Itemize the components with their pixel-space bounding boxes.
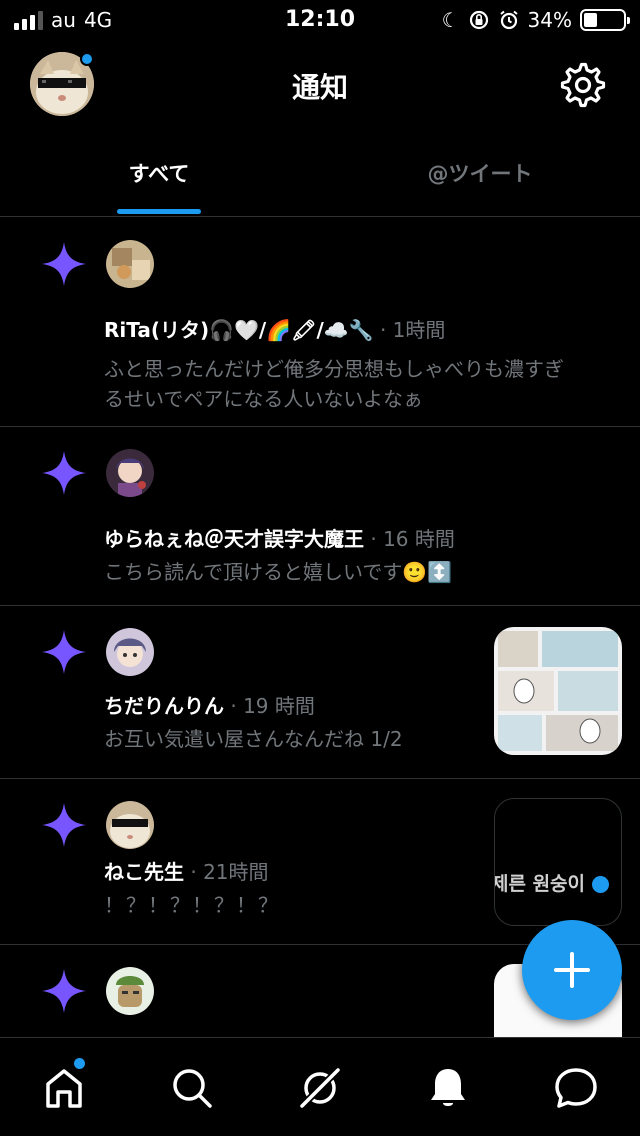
avatar-image (106, 801, 154, 849)
user-avatar[interactable] (106, 449, 154, 497)
user-avatar[interactable] (106, 967, 154, 1015)
active-tab-indicator (117, 209, 201, 214)
spaces-icon[interactable] (296, 1064, 344, 1112)
moon-icon: ☾ (441, 8, 460, 32)
notification-header: ちだりんりん · 19 時間 (104, 690, 315, 719)
alarm-icon (499, 10, 518, 30)
orientation-lock-icon (469, 10, 488, 30)
user-name[interactable]: ゆらねぇね＠天才誤字大魔王 (104, 527, 364, 551)
notification-header: RiTa(リタ)🎧🤍/🌈🖍/☁️🔧 · 1時間 (104, 314, 445, 343)
avatar-image (106, 449, 154, 497)
text-line: こちら読んで頂けると嬉しいです🙂↕️ (104, 560, 453, 584)
plus-icon (554, 952, 590, 988)
notification-header: ゆらねぇね＠天才誤字大魔王 · 16 時間 (104, 523, 455, 552)
sparkle-icon (42, 242, 86, 286)
notification-text: ふと思ったんだけど俺多分思想もしゃべりも濃すぎ るせいでペアになる人いないよなぁ (104, 354, 624, 414)
notification-text: こちら読んで頂けると嬉しいです🙂↕️ (104, 557, 624, 587)
sparkle-icon (42, 803, 86, 847)
notification-text: ！？！？！？！？ (104, 890, 624, 920)
user-avatar[interactable] (106, 801, 154, 849)
notification-header: ねこ先生 · 21時間 (104, 856, 269, 885)
notification-dot (80, 52, 94, 66)
bell-icon[interactable] (424, 1064, 472, 1112)
timestamp: · 21時間 (190, 860, 269, 884)
timestamp: · 1時間 (379, 318, 446, 342)
notification-tabs: すべて @ツイート (0, 140, 640, 217)
battery-icon (580, 9, 630, 31)
user-name[interactable]: ねこ先生 (104, 860, 184, 884)
notification-item[interactable]: 제른 원숭이 ねこ先生 · 21時間 ！？！？！？！？ (0, 779, 640, 945)
timestamp: · 16 時間 (370, 527, 455, 551)
user-name[interactable]: ちだりんりん (104, 694, 224, 718)
text-line: るせいでペアになる人いないよなぁ (104, 387, 423, 411)
user-name[interactable]: RiTa(リタ)🎧🤍/🌈🖍/☁️🔧 (104, 318, 374, 342)
text-line: ふと思ったんだけど俺多分思想もしゃべりも濃すぎ (104, 357, 564, 381)
search-icon[interactable] (168, 1064, 216, 1112)
header: 通知 (0, 40, 640, 140)
gear-icon[interactable] (560, 62, 606, 108)
notification-item[interactable]: ちだりんりん · 19 時間 お互い気遣い屋さんなんだね 1/2 (0, 606, 640, 779)
text-line: お互い気遣い屋さんなんだね 1/2 (104, 727, 403, 751)
notification-item[interactable]: ゆらねぇね＠天才誤字大魔王 · 16 時間 こちら読んで頂けると嬉しいです🙂↕️ (0, 427, 640, 606)
avatar-image (106, 628, 154, 676)
tab-mentions[interactable]: @ツイート (320, 158, 640, 188)
avatar-image (106, 967, 154, 1015)
notification-item[interactable]: RiTa(リタ)🎧🤍/🌈🖍/☁️🔧 · 1時間 ふと思ったんだけど俺多分思想もし… (0, 218, 640, 427)
page-title: 通知 (291, 71, 348, 104)
sparkle-icon (42, 969, 86, 1013)
bottom-tab-bar (0, 1037, 640, 1136)
message-icon[interactable] (552, 1064, 600, 1112)
status-bar: au 4G 12:10 ☾ 34% (0, 0, 640, 40)
notification-list: RiTa(リタ)🎧🤍/🌈🖍/☁️🔧 · 1時間 ふと思ったんだけど俺多分思想もし… (0, 218, 640, 1092)
avatar-image (106, 240, 154, 288)
tab-all[interactable]: すべて (0, 158, 318, 188)
status-right: ☾ 34% (441, 8, 630, 32)
home-notification-dot (74, 1058, 85, 1069)
compose-button[interactable] (522, 920, 622, 1020)
user-avatar[interactable] (106, 628, 154, 676)
notification-text: お互い気遣い屋さんなんだね 1/2 (104, 724, 624, 754)
text-line: ！？！？！？！？ (104, 893, 280, 917)
battery-percent: 34% (527, 8, 572, 32)
sparkle-icon (42, 630, 86, 674)
user-avatar[interactable] (106, 240, 154, 288)
timestamp: · 19 時間 (230, 694, 315, 718)
home-icon[interactable] (40, 1064, 88, 1112)
battery-fill (584, 13, 597, 27)
sparkle-icon (42, 451, 86, 495)
